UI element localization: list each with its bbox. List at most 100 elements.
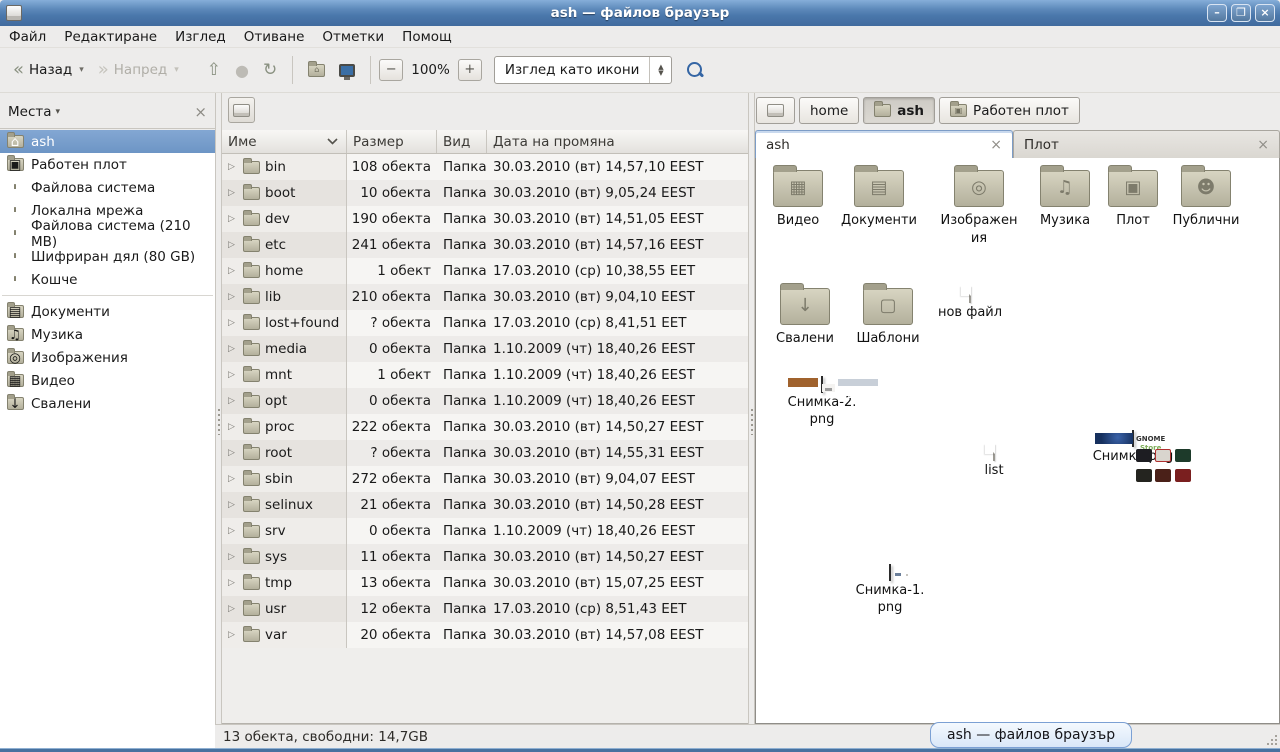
table-row[interactable]: ▷ selinux 21 обекта Папка 30.03.2010 (вт…: [222, 492, 748, 518]
zoom-in-button[interactable]: +: [458, 59, 482, 81]
expander-icon[interactable]: ▷: [228, 500, 238, 510]
sidebar-item[interactable]: ⌂ ash: [0, 130, 215, 153]
table-row[interactable]: ▷ proc 222 обекта Папка 30.03.2010 (вт) …: [222, 414, 748, 440]
tab-plot[interactable]: Плот ×: [1013, 130, 1280, 158]
menu-item[interactable]: Файл: [0, 27, 55, 47]
column-header-date[interactable]: Дата на промяна: [487, 130, 748, 153]
table-row[interactable]: ▷ var 20 обекта Папка 30.03.2010 (вт) 14…: [222, 622, 748, 648]
reload-button[interactable]: ↻: [256, 55, 284, 85]
expander-icon[interactable]: ▷: [228, 396, 238, 406]
menu-item[interactable]: Отиване: [235, 27, 314, 47]
back-history-chevron-icon[interactable]: ▾: [79, 65, 84, 75]
places-title[interactable]: Места: [8, 104, 52, 120]
titlebar[interactable]: ash — файлов браузър – ❐ ×: [0, 0, 1280, 26]
table-row[interactable]: ▷ dev 190 обекта Папка 30.03.2010 (вт) 1…: [222, 206, 748, 232]
icon-item-newfile[interactable]: нов файл: [928, 286, 1012, 321]
table-row[interactable]: ▷ tmp 13 обекта Папка 30.03.2010 (вт) 15…: [222, 570, 748, 596]
menu-item[interactable]: Изглед: [166, 27, 235, 47]
table-row[interactable]: ▷ bin 108 обекта Папка 30.03.2010 (вт) 1…: [222, 154, 748, 180]
expander-icon[interactable]: ▷: [228, 630, 238, 640]
taskbar-window-button[interactable]: ash — файлов браузър: [930, 722, 1132, 748]
breadcrumb-desktop[interactable]: ▣ Работен плот: [939, 97, 1080, 124]
sidebar-item[interactable]: ♫ Музика: [0, 323, 215, 346]
menu-item[interactable]: Редактиране: [55, 27, 166, 47]
expander-icon[interactable]: ▷: [228, 474, 238, 484]
icon-item-templates[interactable]: ▢ Шаблони: [849, 288, 927, 348]
back-button[interactable]: « Назад ▾: [6, 57, 91, 83]
up-button[interactable]: ⇧: [200, 55, 228, 85]
table-row[interactable]: ▷ srv 0 обекта Папка 1.10.2009 (чт) 18,4…: [222, 518, 748, 544]
icon-item-snimka1[interactable]: Снимка-1.png: [838, 564, 942, 617]
icon-item-downloads[interactable]: ↓ Свалени: [767, 288, 843, 348]
resize-grip[interactable]: [1265, 733, 1277, 745]
icon-item-pictures[interactable]: ◎ Изображения: [933, 170, 1025, 247]
chevron-down-icon[interactable]: ▾: [56, 107, 61, 117]
expander-icon[interactable]: ▷: [228, 448, 238, 458]
home-button[interactable]: ⌂: [301, 59, 332, 82]
icon-item-snimka[interactable]: GNOME Store Снимка.png: [1080, 430, 1186, 465]
computer-button[interactable]: [332, 59, 362, 82]
table-row[interactable]: ▷ boot 10 обекта Папка 30.03.2010 (вт) 9…: [222, 180, 748, 206]
icon-item-list[interactable]: list: [964, 444, 1024, 479]
icon-item-music[interactable]: ♫ Музика: [1027, 170, 1103, 230]
expander-icon[interactable]: ▷: [228, 370, 238, 380]
sidebar-item[interactable]: Файлова система (210 MB): [0, 222, 215, 245]
expander-icon[interactable]: ▷: [228, 578, 238, 588]
sidebar-item[interactable]: ◎ Изображения: [0, 346, 215, 369]
expander-icon[interactable]: ▷: [228, 344, 238, 354]
table-row[interactable]: ▷ etc 241 обекта Папка 30.03.2010 (вт) 1…: [222, 232, 748, 258]
expander-icon[interactable]: ▷: [228, 188, 238, 198]
pane-splitter-right[interactable]: [748, 93, 755, 724]
expander-icon[interactable]: ▷: [228, 318, 238, 328]
close-sidebar-icon[interactable]: ×: [194, 103, 207, 121]
icon-item-public[interactable]: ☻ Публични: [1164, 170, 1248, 230]
expander-icon[interactable]: ▷: [228, 552, 238, 562]
table-row[interactable]: ▷ sbin 272 обекта Папка 30.03.2010 (вт) …: [222, 466, 748, 492]
expander-icon[interactable]: ▷: [228, 422, 238, 432]
pane-splitter-left[interactable]: [215, 93, 222, 724]
breadcrumb-ash[interactable]: ash: [863, 97, 935, 124]
expander-icon[interactable]: ▷: [228, 214, 238, 224]
expander-icon[interactable]: ▷: [228, 292, 238, 302]
table-row[interactable]: ▷ home 1 обект Папка 17.03.2010 (ср) 10,…: [222, 258, 748, 284]
tab-close-icon[interactable]: ×: [1247, 137, 1269, 153]
sidebar-item[interactable]: Шифриран дял (80 GB): [0, 245, 215, 268]
sidebar-item[interactable]: Файлова система: [0, 176, 215, 199]
icon-item-snimka2[interactable]: GUADEC Снимка-2.png: [772, 376, 872, 429]
sidebar-item[interactable]: ▤ Документи: [0, 300, 215, 323]
table-row[interactable]: ▷ mnt 1 обект Папка 1.10.2009 (чт) 18,40…: [222, 362, 748, 388]
column-header-kind[interactable]: Вид: [437, 130, 487, 153]
sidebar-item[interactable]: Кошче: [0, 268, 215, 291]
table-row[interactable]: ▷ root ? обекта Папка 30.03.2010 (вт) 14…: [222, 440, 748, 466]
stop-button[interactable]: ●: [228, 56, 256, 85]
forward-button[interactable]: » Напред ▾: [91, 57, 186, 83]
column-header-size[interactable]: Размер: [347, 130, 437, 153]
column-header-name[interactable]: Име: [222, 130, 347, 153]
expander-icon[interactable]: ▷: [228, 240, 238, 250]
sidebar-item[interactable]: ▣ Работен плот: [0, 153, 215, 176]
tab-ash[interactable]: ash ×: [755, 130, 1013, 158]
table-row[interactable]: ▷ lost+found ? обекта Папка 17.03.2010 (…: [222, 310, 748, 336]
menu-item[interactable]: Помощ: [393, 27, 461, 47]
sidebar-item[interactable]: ▦ Видео: [0, 369, 215, 392]
location-button[interactable]: [228, 97, 255, 123]
icon-view[interactable]: ▦ Видео ▤ Документи ◎ Изображения ♫ Музи…: [755, 158, 1280, 724]
expander-icon[interactable]: ▷: [228, 266, 238, 276]
expander-icon[interactable]: ▷: [228, 604, 238, 614]
icon-item-desktop[interactable]: ▣ Плот: [1101, 170, 1165, 230]
table-row[interactable]: ▷ media 0 обекта Папка 1.10.2009 (чт) 18…: [222, 336, 748, 362]
expander-icon[interactable]: ▷: [228, 526, 238, 536]
icon-item-video[interactable]: ▦ Видео: [759, 170, 837, 230]
menu-item[interactable]: Отметки: [313, 27, 393, 47]
breadcrumb-root[interactable]: [756, 97, 795, 124]
icon-item-documents[interactable]: ▤ Документи: [836, 170, 922, 230]
breadcrumb-home[interactable]: home: [799, 97, 859, 124]
table-row[interactable]: ▷ lib 210 обекта Папка 30.03.2010 (вт) 9…: [222, 284, 748, 310]
table-row[interactable]: ▷ usr 12 обекта Папка 17.03.2010 (ср) 8,…: [222, 596, 748, 622]
tab-close-icon[interactable]: ×: [980, 137, 1002, 153]
sidebar-item[interactable]: ↓ Свалени: [0, 392, 215, 415]
zoom-out-button[interactable]: −: [379, 59, 403, 81]
table-row[interactable]: ▷ sys 11 обекта Папка 30.03.2010 (вт) 14…: [222, 544, 748, 570]
view-mode-select[interactable]: Изглед като икони ▲▼: [494, 56, 673, 84]
expander-icon[interactable]: ▷: [228, 162, 238, 172]
